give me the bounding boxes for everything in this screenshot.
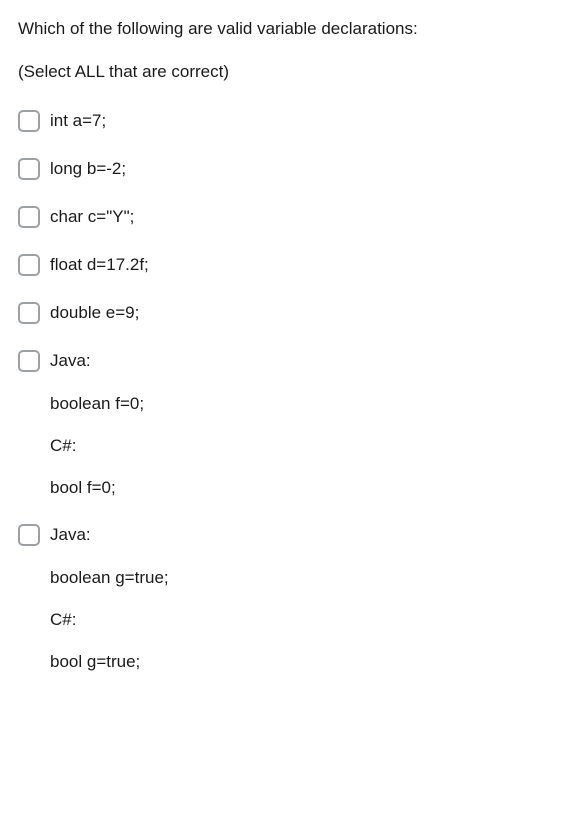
checkbox[interactable] (18, 302, 40, 324)
option-label: char c="Y"; (50, 206, 134, 228)
question-text: Which of the following are valid variabl… (18, 16, 559, 42)
checkbox[interactable] (18, 206, 40, 228)
option-sub-lines: boolean f=0; C#: bool f=0; (18, 394, 559, 498)
checkbox[interactable] (18, 110, 40, 132)
option-label: float d=17.2f; (50, 254, 149, 276)
option-6: Java: boolean g=true; C#: bool g=true; (18, 524, 559, 672)
option-label: long b=-2; (50, 158, 126, 180)
option-3: float d=17.2f; (18, 254, 559, 276)
option-sub-line: bool f=0; (50, 478, 559, 498)
checkbox[interactable] (18, 350, 40, 372)
option-label: Java: (50, 350, 91, 372)
option-sub-line: boolean g=true; (50, 568, 559, 588)
option-label: int a=7; (50, 110, 106, 132)
option-row: Java: (18, 350, 559, 372)
option-sub-lines: boolean g=true; C#: bool g=true; (18, 568, 559, 672)
option-4: double e=9; (18, 302, 559, 324)
checkbox[interactable] (18, 254, 40, 276)
option-1: long b=-2; (18, 158, 559, 180)
option-row: int a=7; (18, 110, 559, 132)
option-row: double e=9; (18, 302, 559, 324)
option-0: int a=7; (18, 110, 559, 132)
option-row: Java: (18, 524, 559, 546)
option-row: long b=-2; (18, 158, 559, 180)
checkbox[interactable] (18, 158, 40, 180)
option-row: char c="Y"; (18, 206, 559, 228)
option-sub-line: C#: (50, 610, 559, 630)
option-2: char c="Y"; (18, 206, 559, 228)
options-list: int a=7; long b=-2; char c="Y"; float d=17.… (18, 110, 559, 673)
option-sub-line: C#: (50, 436, 559, 456)
option-row: float d=17.2f; (18, 254, 559, 276)
option-label: double e=9; (50, 302, 139, 324)
option-5: Java: boolean f=0; C#: bool f=0; (18, 350, 559, 498)
option-sub-line: boolean f=0; (50, 394, 559, 414)
checkbox[interactable] (18, 524, 40, 546)
option-sub-line: bool g=true; (50, 652, 559, 672)
instruction-text: (Select ALL that are correct) (18, 62, 559, 82)
option-label: Java: (50, 524, 91, 546)
